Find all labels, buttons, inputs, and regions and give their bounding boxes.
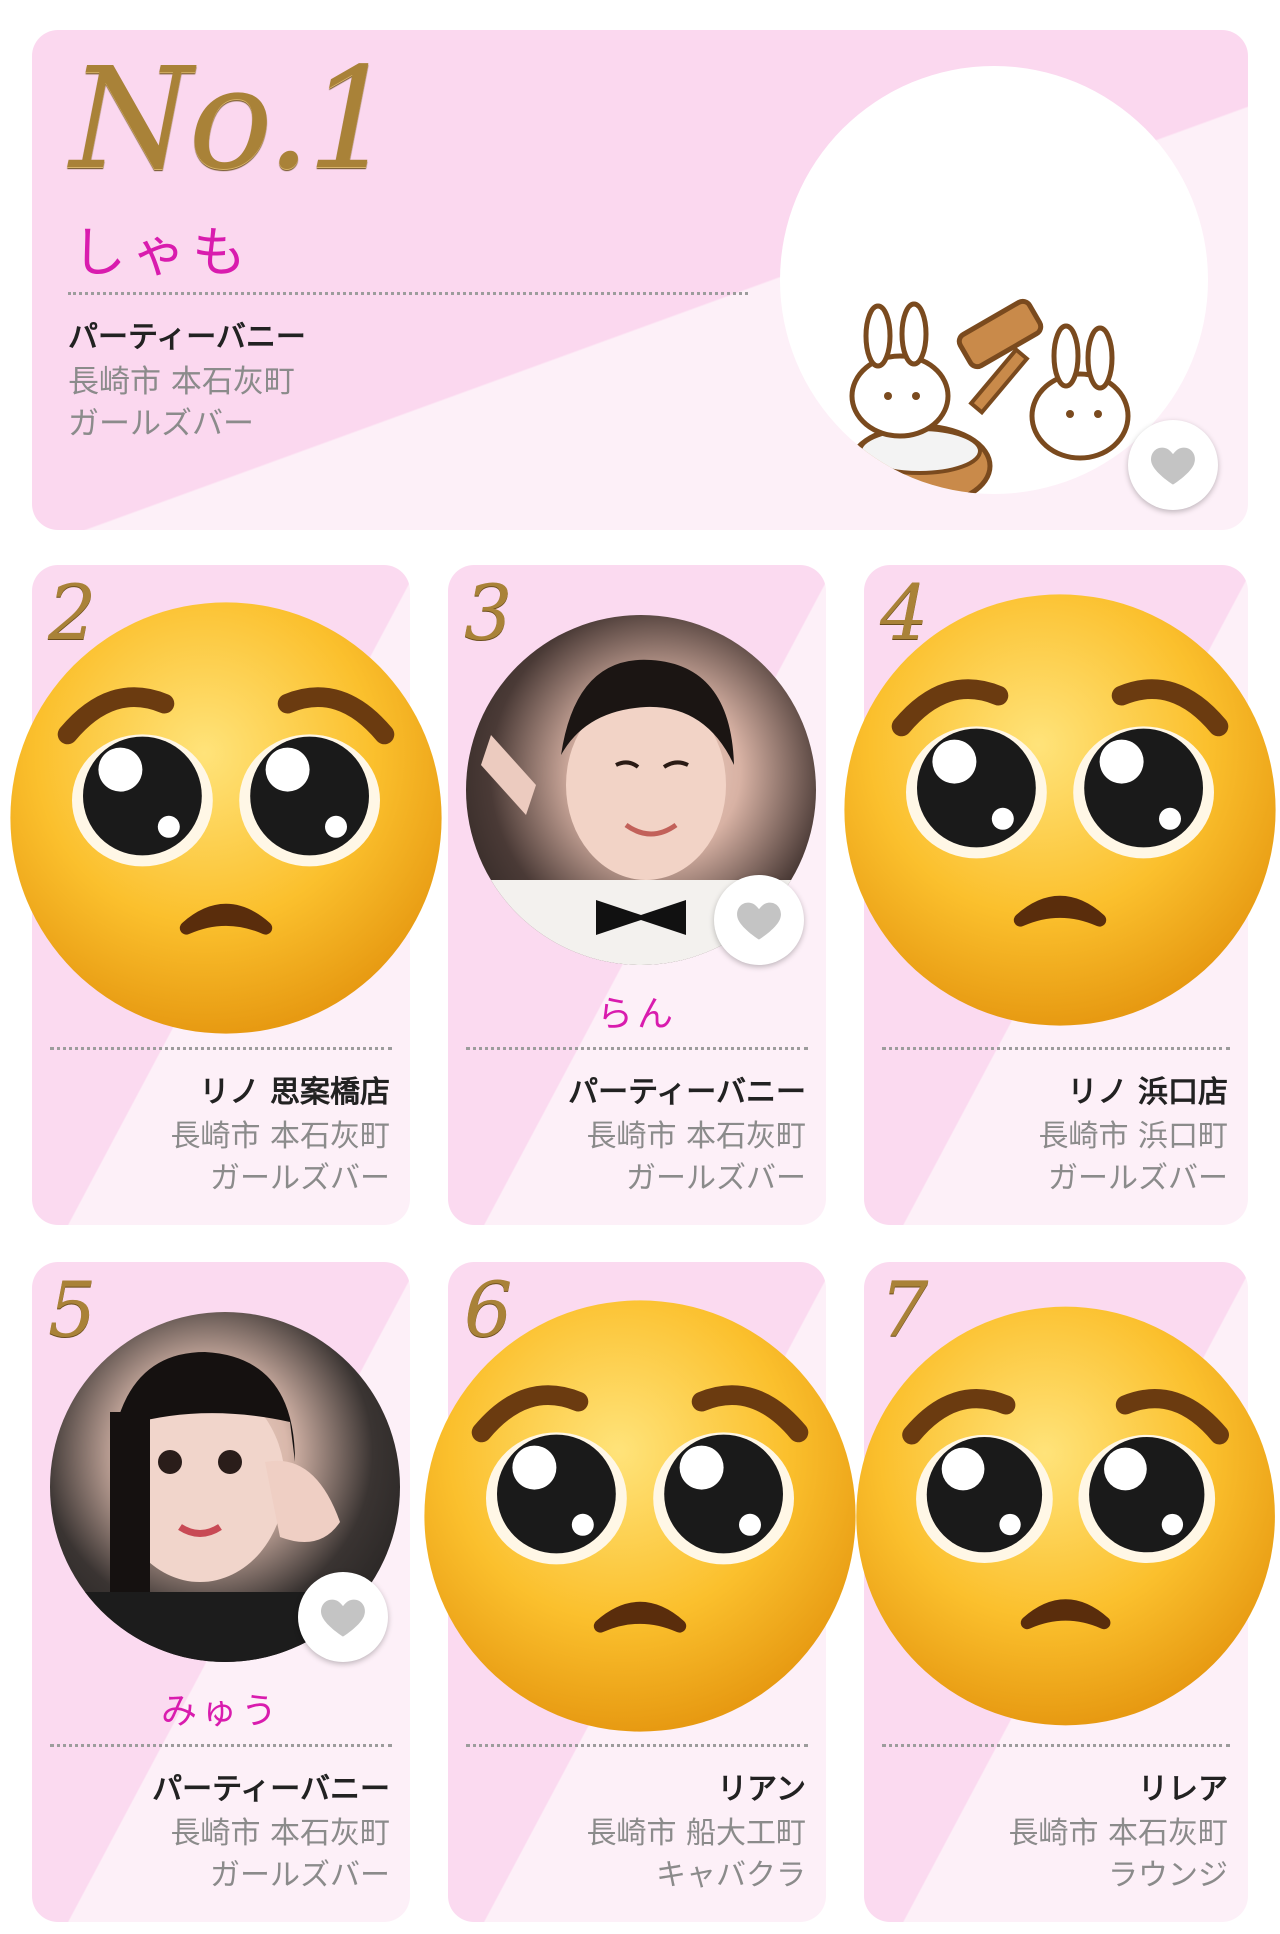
rank-2-category: ガールズバー — [210, 1161, 390, 1196]
rank-1-number: No.1 — [70, 38, 396, 201]
rank-1-name[interactable]: しゃも — [72, 208, 252, 287]
heart-icon — [1147, 439, 1199, 491]
rank-1-shop[interactable]: パーティーバニー — [68, 312, 306, 356]
rank-3-card[interactable]: 3 らん パーティーバニー 長崎市 本石灰町 ガールズバー — [448, 565, 826, 1225]
rank-3-category: ガールズバー — [626, 1161, 806, 1196]
rank-3-address: 長崎市 本石灰町 — [586, 1119, 806, 1154]
favorite-button[interactable] — [1128, 420, 1218, 510]
rank-2-divider — [50, 1047, 392, 1050]
pleading-face-emoji — [840, 590, 1280, 1030]
rank-7-shop[interactable]: リレア — [1138, 1764, 1228, 1808]
heart-icon — [317, 1591, 369, 1643]
pleading-face-emoji — [420, 1296, 860, 1736]
heart-icon — [733, 894, 785, 946]
rank-3-name[interactable]: らん — [448, 985, 826, 1037]
favorite-button[interactable] — [298, 1572, 388, 1662]
rank-5-divider — [50, 1744, 392, 1747]
rank-5-address: 長崎市 本石灰町 — [170, 1816, 390, 1851]
pleading-face-emoji — [6, 598, 446, 1038]
rank-3-shop[interactable]: パーティーバニー — [568, 1067, 806, 1111]
rank-7-divider — [882, 1744, 1230, 1747]
rank-5-number: 5 — [48, 1265, 97, 1354]
rank-6-shop[interactable]: リアン — [717, 1764, 806, 1808]
rank-6-address: 長崎市 船大工町 — [586, 1816, 806, 1851]
favorite-button[interactable] — [714, 875, 804, 965]
rank-2-address: 長崎市 本石灰町 — [170, 1119, 390, 1154]
rank-5-name[interactable]: みゅう — [32, 1682, 410, 1734]
rank-2-shop[interactable]: リノ 思案橋店 — [200, 1067, 390, 1111]
rank-4-category: ガールズバー — [1048, 1161, 1228, 1196]
rank-6-category: キャバクラ — [656, 1858, 806, 1893]
rank-5-card[interactable]: 5 みゅう パーティーバニー 長崎市 本石灰町 ガールズバー — [32, 1262, 410, 1922]
rank-7-address: 長崎市 本石灰町 — [1008, 1816, 1228, 1851]
rank-4-address: 長崎市 浜口町 — [1038, 1119, 1228, 1154]
pleading-face-emoji — [852, 1296, 1280, 1736]
rank-3-divider — [466, 1047, 808, 1050]
rank-1-category: ガールズバー — [68, 406, 254, 442]
rank-1-divider — [68, 292, 748, 295]
rank-6-divider — [466, 1744, 808, 1747]
rank-4-divider — [882, 1047, 1230, 1050]
rank-1-address: 長崎市 本石灰町 — [68, 364, 295, 400]
rank-1-card[interactable]: No.1 しゃも パーティーバニー 長崎市 本石灰町 ガールズバー — [32, 30, 1248, 530]
rank-4-shop[interactable]: リノ 浜口店 — [1068, 1067, 1228, 1111]
rank-5-shop[interactable]: パーティーバニー — [152, 1764, 390, 1808]
rank-7-category: ラウンジ — [1108, 1858, 1228, 1893]
rank-5-category: ガールズバー — [210, 1858, 390, 1893]
rank-3-number: 3 — [464, 568, 513, 657]
